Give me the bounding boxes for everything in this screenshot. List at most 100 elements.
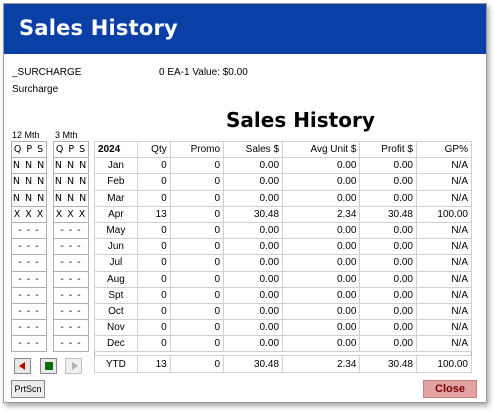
ytd-value-cell: 30.48 [359, 355, 417, 373]
value-cell: 0.00 [359, 221, 417, 240]
value-cell: 0 [136, 173, 171, 191]
table-row: Jul 0 0 0.00 0.00 0.00 N/A [94, 254, 473, 272]
month-cell: Nov [94, 319, 138, 337]
value-cell: 0 [136, 238, 171, 256]
value-cell: 0 [169, 254, 225, 272]
value-cell: 13 [136, 205, 171, 223]
value-cell: 0 [169, 173, 225, 191]
value-cell: 0.00 [223, 173, 284, 191]
value-cell: 0.00 [223, 319, 284, 337]
qps-3mth-cell: - - - [53, 286, 89, 304]
triangle-left-icon [19, 362, 25, 370]
table-row: Oct 0 0 0.00 0.00 0.00 N/A [94, 302, 473, 321]
value-cell: 0.00 [282, 254, 361, 272]
qps-12mth-table: Q P SN N NN N NN N NX X X- - -- - -- - -… [11, 140, 47, 353]
ytd-value-cell: 13 [136, 355, 171, 373]
value-cell: 0.00 [359, 173, 417, 191]
item-description: Surcharge [12, 84, 59, 95]
qps-3mth-cell: N N N [53, 173, 89, 191]
item-code: _SURCHARGE [12, 67, 82, 78]
value-cell: 0 [169, 270, 225, 288]
value-cell: 0 [136, 157, 171, 175]
value-cell: 0.00 [223, 302, 284, 321]
table-row: Nov 0 0 0.00 0.00 0.00 N/A [94, 319, 473, 337]
table-row: Aug 0 0 0.00 0.00 0.00 N/A [94, 270, 473, 288]
value-cell: 0 [136, 286, 171, 304]
column-header: Avg Unit $ [282, 140, 361, 159]
qps-3mth-cell: - - - [53, 270, 89, 288]
value-cell: 0 [169, 335, 225, 353]
value-cell: 0.00 [359, 238, 417, 256]
qps-12mth-label: 12 Mth [12, 130, 40, 140]
value-cell: 0.00 [282, 173, 361, 191]
ytd-row: YTD 13 0 30.48 2.34 30.48 100.00 [94, 355, 473, 373]
ytd-value-cell: 2.34 [282, 355, 361, 373]
ytd-label: YTD [94, 355, 138, 373]
qps-3mth-table: Q P SN N NN N NN N NX X X- - -- - -- - -… [53, 140, 89, 353]
qps-12mth-cell: - - - [11, 221, 47, 240]
ytd-value-cell: 0 [169, 355, 225, 373]
value-cell: 0 [169, 302, 225, 321]
value-cell: 0.00 [282, 189, 361, 207]
qps-12mth-cell: X X X [11, 205, 47, 223]
prtscn-button[interactable]: PrtScn [11, 380, 45, 398]
table-row: Dec 0 0 0.00 0.00 0.00 N/A [94, 335, 473, 353]
value-cell: 0.00 [359, 335, 417, 353]
value-cell: 0.00 [282, 270, 361, 288]
value-cell: N/A [415, 335, 473, 353]
qps-12mth-cell: - - - [11, 335, 47, 353]
table-row: Feb 0 0 0.00 0.00 0.00 N/A [94, 173, 473, 191]
stop-button[interactable] [40, 358, 57, 374]
qps-3mth-cell: - - - [53, 319, 89, 337]
value-cell: 0.00 [282, 238, 361, 256]
ytd-value-cell: 100.00 [415, 355, 473, 373]
column-header: Profit $ [359, 140, 417, 159]
value-cell: 0.00 [359, 319, 417, 337]
green-square-icon [45, 362, 53, 370]
qps-12mth-cell: N N N [11, 189, 47, 207]
value-cell: 0.00 [282, 319, 361, 337]
value-cell: 0 [136, 319, 171, 337]
qps-3mth-cell: - - - [53, 302, 89, 321]
prev-year-button[interactable] [14, 358, 31, 374]
month-cell: Oct [94, 302, 138, 321]
value-cell: 0.00 [359, 270, 417, 288]
qps-3mth-cell: - - - [53, 238, 89, 256]
qps-3mth-cell: N N N [53, 189, 89, 207]
next-year-button[interactable] [65, 358, 82, 374]
qps-3mth-label: 3 Mth [55, 130, 78, 140]
value-cell: 0 [136, 335, 171, 353]
value-cell: 0.00 [282, 221, 361, 240]
close-button[interactable]: Close [423, 380, 477, 398]
column-header: GP% [415, 140, 473, 159]
value-cell: 100.00 [415, 205, 473, 223]
qps-12mth-cell: N N N [11, 157, 47, 175]
table-row: Spt 0 0 0.00 0.00 0.00 N/A [94, 286, 473, 304]
value-cell: N/A [415, 238, 473, 256]
value-cell: 0.00 [223, 238, 284, 256]
qps-3mth-cell: - - - [53, 221, 89, 240]
value-cell: 0 [169, 238, 225, 256]
value-cell: 0 [169, 189, 225, 207]
value-cell: 0 [136, 189, 171, 207]
month-cell: Jan [94, 157, 138, 175]
value-cell: N/A [415, 189, 473, 207]
value-cell: N/A [415, 302, 473, 321]
qps-12mth-cell: - - - [11, 238, 47, 256]
value-cell: 0.00 [282, 335, 361, 353]
value-cell: 30.48 [223, 205, 284, 223]
triangle-right-icon [72, 362, 78, 370]
column-header: 2024 [94, 140, 138, 159]
value-cell: N/A [415, 270, 473, 288]
qps-12mth-cell: - - - [11, 319, 47, 337]
month-cell: Mar [94, 189, 138, 207]
value-cell: 0.00 [223, 335, 284, 353]
value-cell: 0.00 [282, 286, 361, 304]
value-cell: 0.00 [359, 189, 417, 207]
table-row: Jun 0 0 0.00 0.00 0.00 N/A [94, 238, 473, 256]
value-cell: 0 [169, 205, 225, 223]
item-value-line: 0 EA-1 Value: $0.00 [159, 67, 248, 78]
value-cell: 0.00 [223, 286, 284, 304]
qps-3mth-cell: - - - [53, 335, 89, 353]
value-cell: N/A [415, 173, 473, 191]
